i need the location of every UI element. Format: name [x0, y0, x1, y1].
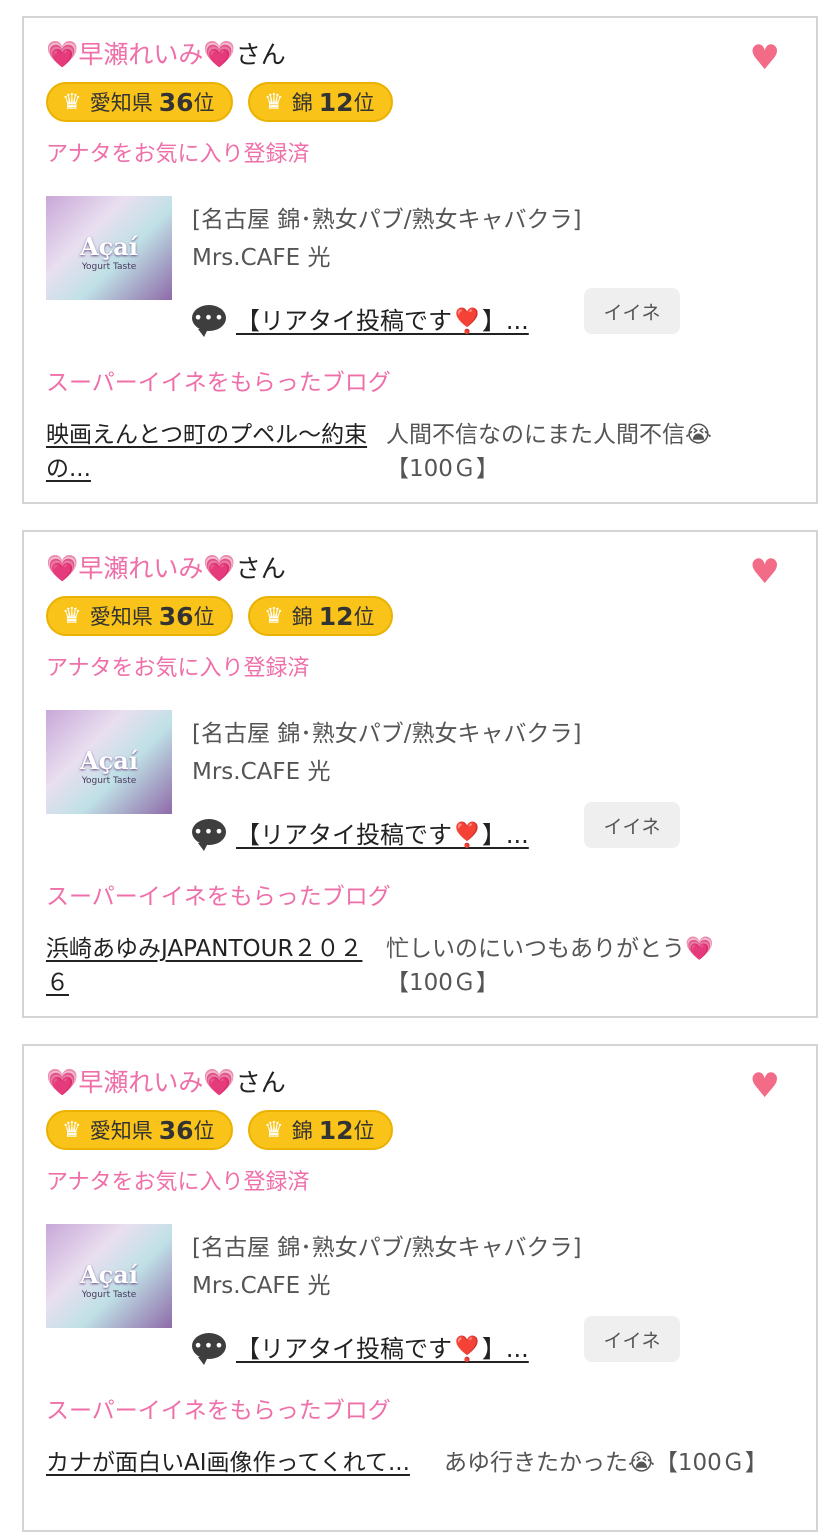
- rank-area: 愛知県: [89, 1119, 153, 1143]
- heart-emoji-icon: 💗: [203, 554, 236, 584]
- rank-badge-area: ♛ 錦 12 位: [248, 1110, 393, 1150]
- shop-name: Mrs.CAFE 光: [192, 1273, 331, 1299]
- heart-emoji-icon: 💗: [203, 1068, 236, 1098]
- rank-area: 愛知県: [89, 605, 153, 629]
- honorific: さん: [235, 1068, 286, 1097]
- rank-number: 36: [158, 601, 194, 631]
- thumbnail-text: Açaí: [80, 232, 138, 261]
- iine-button[interactable]: イイネ: [584, 288, 680, 334]
- rank-unit: 位: [193, 605, 215, 629]
- favorite-status: アナタをお気に入り登録済: [46, 1170, 310, 1195]
- blog-points: 【100Ｇ】: [386, 970, 499, 996]
- thumbnail-subtext: Yogurt Taste: [81, 262, 137, 272]
- blog-comment-text: 人間不信なのにまた人間不信😭: [386, 422, 712, 448]
- rank-area: 錦: [291, 1119, 313, 1143]
- post-link[interactable]: 【リアタイ投稿です❣️】...: [236, 301, 529, 336]
- favorite-status: アナタをお気に入り登録済: [46, 142, 310, 167]
- rank-number: 12: [318, 87, 354, 117]
- section-title: スーパーイイネをもらったブログ: [46, 1398, 391, 1424]
- post-link[interactable]: 【リアタイ投稿です❣️】...: [236, 1329, 529, 1364]
- rank-number: 36: [158, 1115, 194, 1145]
- rank-unit: 位: [353, 605, 375, 629]
- crown-icon: ♛: [62, 89, 82, 115]
- blog-title-text[interactable]: 映画えんとつ町のプペル〜約束の...: [46, 422, 367, 482]
- shop-thumbnail[interactable]: Açaí Yogurt Taste: [46, 1224, 172, 1328]
- user-name-row[interactable]: 💗早瀬れいみ💗さん: [46, 38, 286, 72]
- blog-title-text[interactable]: カナが面白いAI画像作ってくれて...: [46, 1450, 410, 1476]
- thumbnail-text: Açaí: [80, 746, 138, 775]
- rank-unit: 位: [353, 91, 375, 115]
- heart-emoji-icon: 💗: [46, 40, 79, 70]
- rank-area: 愛知県: [89, 91, 153, 115]
- post-link[interactable]: 【リアタイ投稿です❣️】...: [236, 815, 529, 850]
- shop-thumbnail[interactable]: Açaí Yogurt Taste: [46, 196, 172, 300]
- iine-button[interactable]: イイネ: [584, 1316, 680, 1362]
- thumbnail-subtext: Yogurt Taste: [81, 1290, 137, 1300]
- shop-category: [名古屋 錦･熟女パブ/熟女キャバクラ]: [192, 207, 582, 233]
- crown-icon: ♛: [264, 603, 284, 629]
- rank-unit: 位: [193, 91, 215, 115]
- user-name[interactable]: 早瀬れいみ: [78, 1068, 203, 1097]
- rank-badge-area: ♛ 錦 12 位: [248, 596, 393, 636]
- blog-title-text[interactable]: 浜崎あゆみJAPANTOUR２０２６: [46, 936, 362, 996]
- crown-icon: ♛: [62, 1117, 82, 1143]
- iine-button[interactable]: イイネ: [584, 802, 680, 848]
- rank-area: 錦: [291, 91, 313, 115]
- user-card: 💗早瀬れいみ💗さん ♥ ♛ 愛知県 36 位 ♛ 錦 12 位 アナタをお気に入り登…: [22, 530, 818, 1018]
- honorific: さん: [235, 40, 286, 69]
- crown-icon: ♛: [264, 89, 284, 115]
- rank-area: 錦: [291, 605, 313, 629]
- blog-points: 【100Ｇ】: [386, 456, 499, 482]
- blog-comment: あゆ行きたかった😭【100Ｇ】: [444, 1446, 814, 1480]
- rank-number: 12: [318, 1115, 354, 1145]
- shop-category: [名古屋 錦･熟女パブ/熟女キャバクラ]: [192, 721, 582, 747]
- heart-emoji-icon: 💗: [46, 1068, 79, 1098]
- shop-name: Mrs.CAFE 光: [192, 759, 331, 785]
- rank-badge-prefecture: ♛ 愛知県 36 位: [46, 82, 233, 122]
- blog-comment-text: 忙しいのにいつもありがとう💗: [386, 936, 714, 962]
- user-name[interactable]: 早瀬れいみ: [78, 554, 203, 583]
- speech-bubble-icon: •••: [192, 305, 226, 337]
- favorite-status: アナタをお気に入り登録済: [46, 656, 310, 681]
- blog-comment-text: あゆ行きたかった😭: [444, 1450, 655, 1476]
- crown-icon: ♛: [62, 603, 82, 629]
- rank-badge-prefecture: ♛ 愛知県 36 位: [46, 596, 233, 636]
- favorite-heart-icon[interactable]: ♥: [750, 1068, 780, 1104]
- blog-comment: 忙しいのにいつもありがとう💗 【100Ｇ】: [386, 932, 806, 1000]
- user-name-row[interactable]: 💗早瀬れいみ💗さん: [46, 1066, 286, 1100]
- rank-unit: 位: [353, 1119, 375, 1143]
- user-card: 💗早瀬れいみ💗さん ♥ ♛ 愛知県 36 位 ♛ 錦 12 位 アナタをお気に入り登…: [22, 16, 818, 504]
- speech-bubble-icon: •••: [192, 1333, 226, 1365]
- blog-title-link[interactable]: 浜崎あゆみJAPANTOUR２０２６: [46, 932, 376, 1000]
- crown-icon: ♛: [264, 1117, 284, 1143]
- favorite-heart-icon[interactable]: ♥: [750, 40, 780, 76]
- rank-number: 12: [318, 601, 354, 631]
- user-name-row[interactable]: 💗早瀬れいみ💗さん: [46, 552, 286, 586]
- latest-post-row: ••• 【リアタイ投稿です❣️】...: [192, 1324, 529, 1368]
- rank-badge-area: ♛ 錦 12 位: [248, 82, 393, 122]
- speech-bubble-icon: •••: [192, 819, 226, 851]
- section-title: スーパーイイネをもらったブログ: [46, 884, 391, 910]
- blog-points: 【100Ｇ】: [654, 1450, 768, 1476]
- blog-comment: 人間不信なのにまた人間不信😭 【100Ｇ】: [386, 418, 806, 486]
- thumbnail-text: Açaí: [80, 1260, 138, 1289]
- heart-emoji-icon: 💗: [203, 40, 236, 70]
- blog-title-link[interactable]: カナが面白いAI画像作ってくれて...: [46, 1446, 446, 1480]
- favorite-heart-icon[interactable]: ♥: [750, 554, 780, 590]
- shop-thumbnail[interactable]: Açaí Yogurt Taste: [46, 710, 172, 814]
- shop-category: [名古屋 錦･熟女パブ/熟女キャバクラ]: [192, 1235, 582, 1261]
- section-title: スーパーイイネをもらったブログ: [46, 370, 391, 396]
- shop-name: Mrs.CAFE 光: [192, 245, 331, 271]
- rank-unit: 位: [193, 1119, 215, 1143]
- latest-post-row: ••• 【リアタイ投稿です❣️】...: [192, 810, 529, 854]
- thumbnail-subtext: Yogurt Taste: [81, 776, 137, 786]
- rank-badge-prefecture: ♛ 愛知県 36 位: [46, 1110, 233, 1150]
- heart-emoji-icon: 💗: [46, 554, 79, 584]
- honorific: さん: [235, 554, 286, 583]
- user-name[interactable]: 早瀬れいみ: [78, 40, 203, 69]
- rank-number: 36: [158, 87, 194, 117]
- blog-title-link[interactable]: 映画えんとつ町のプペル〜約束の...: [46, 418, 376, 486]
- latest-post-row: ••• 【リアタイ投稿です❣️】...: [192, 296, 529, 340]
- user-card: 💗早瀬れいみ💗さん ♥ ♛ 愛知県 36 位 ♛ 錦 12 位 アナタをお気に入り登…: [22, 1044, 818, 1532]
